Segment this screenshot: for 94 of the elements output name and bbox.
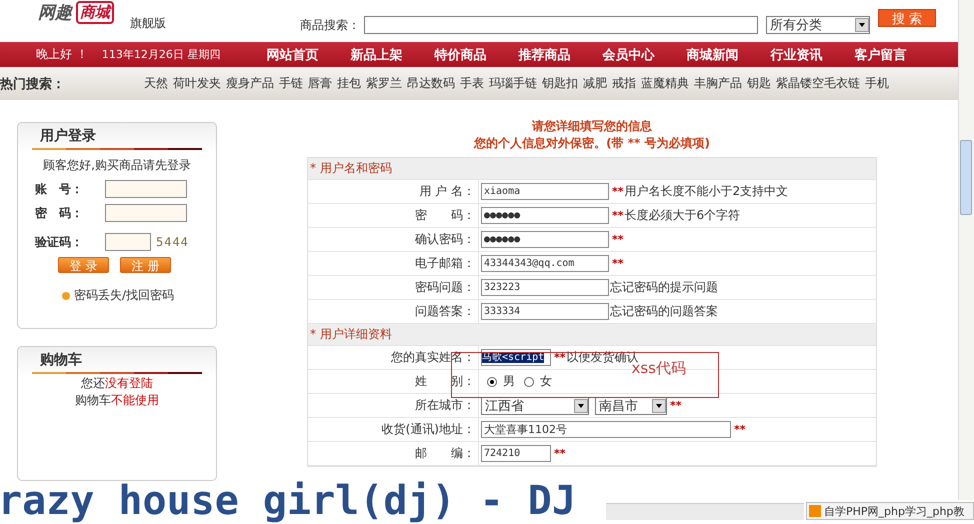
required-mark: ** bbox=[612, 233, 624, 246]
hot-search-link[interactable]: 唇膏 bbox=[308, 75, 332, 92]
hot-search-link[interactable]: 蓝魔精典 bbox=[641, 75, 689, 92]
field-label: 所在城市： bbox=[415, 398, 475, 412]
login-intro: 顾客您好,购买商品请先登录 bbox=[42, 157, 192, 174]
field-hint: 长度必须大于6个字符 bbox=[624, 207, 740, 224]
account-label: 账 号： bbox=[35, 180, 84, 198]
panel-title: 购物车 bbox=[40, 351, 83, 369]
nav-link[interactable]: 行业资讯 bbox=[764, 46, 828, 64]
edition-label: 旗舰版 bbox=[130, 14, 166, 32]
search-field[interactable] bbox=[364, 16, 758, 34]
hot-search-link[interactable]: 钥匙扣 bbox=[542, 75, 578, 92]
hot-search-label: 热门搜索： bbox=[0, 76, 66, 92]
field-hint: 忘记密码的提示问题 bbox=[610, 279, 718, 296]
hot-search-link[interactable]: 玛瑙手链 bbox=[489, 75, 537, 92]
required-mark: ** bbox=[612, 257, 624, 270]
hot-search-link[interactable]: 瘦身产品 bbox=[226, 75, 274, 92]
plus-icon bbox=[62, 292, 70, 300]
cart-message: 您还没有登陆 bbox=[80, 375, 154, 392]
field-hint: 忘记密码的问题答案 bbox=[610, 303, 718, 320]
page-icon bbox=[809, 505, 821, 517]
required-mark: ** bbox=[554, 447, 566, 460]
hot-search-link[interactable]: 钥匙 bbox=[747, 75, 771, 92]
nav-link[interactable]: 新品上架 bbox=[344, 46, 408, 64]
radio-button[interactable] bbox=[524, 376, 534, 386]
radio-label: 女 bbox=[540, 373, 552, 390]
input-field[interactable]: 333334 bbox=[481, 303, 609, 320]
section-title: * 用户名和密码 bbox=[308, 158, 876, 180]
nav-link[interactable]: 网站首页 bbox=[260, 46, 324, 64]
hot-search-link[interactable]: 挂包 bbox=[337, 75, 361, 92]
required-mark: ** bbox=[612, 209, 624, 222]
hot-search-link[interactable]: 荷叶发夹 bbox=[173, 75, 221, 92]
captcha-field[interactable] bbox=[105, 233, 151, 251]
field-label: 确认密码： bbox=[415, 232, 475, 246]
hot-search-link[interactable]: 紫晶镂空毛衣链 bbox=[776, 75, 860, 92]
field-hint: 用户名长度不能小于2支持中文 bbox=[624, 183, 788, 200]
section-title: * 用户详细资料 bbox=[308, 324, 876, 346]
field-label: 电子邮箱： bbox=[415, 256, 475, 270]
captcha-label: 验证码： bbox=[35, 234, 84, 250]
field-label: 密码问题： bbox=[415, 280, 475, 294]
field-label: 邮 编： bbox=[415, 446, 475, 460]
date-text: 113年12月26日 星期四 bbox=[102, 47, 220, 62]
category-dropdown[interactable]: 所有分类 bbox=[766, 16, 870, 34]
cart-message: 购物车不能使用 bbox=[74, 392, 160, 409]
search-label: 商品搜索： bbox=[300, 16, 360, 34]
vertical-scrollbar[interactable] bbox=[958, 0, 974, 500]
input-field[interactable]: 43344343@qq.com bbox=[481, 255, 609, 272]
input-field[interactable]: ●●●●●● bbox=[481, 207, 609, 224]
nav-link[interactable]: 客户留言 bbox=[848, 46, 912, 64]
hot-search-link[interactable]: 紫罗兰 bbox=[366, 75, 402, 92]
horizontal-scrollbar[interactable] bbox=[606, 503, 804, 520]
scroll-thumb[interactable] bbox=[960, 140, 972, 215]
nav-link[interactable]: 推荐商品 bbox=[512, 46, 576, 64]
password-label: 密 码： bbox=[35, 204, 84, 222]
hot-search-link[interactable]: 手链 bbox=[279, 75, 303, 92]
captcha-image: 5444 bbox=[156, 235, 189, 249]
field-label: 您的真实姓名： bbox=[391, 350, 475, 364]
recover-password-link[interactable]: 密码丢失/找回密码 bbox=[74, 287, 174, 304]
radio-label: 男 bbox=[503, 373, 515, 390]
required-mark: ** bbox=[670, 399, 682, 412]
account-field[interactable] bbox=[105, 180, 187, 198]
input-field[interactable]: xiaoma bbox=[481, 183, 609, 200]
field-label: 密 码： bbox=[415, 208, 475, 222]
input-field[interactable]: 大堂喜事1102号 bbox=[481, 421, 731, 438]
city-dropdown[interactable]: 江西省 bbox=[481, 396, 589, 414]
field-label: 用 户 名： bbox=[419, 184, 475, 198]
greeting: 晚上好 ！ bbox=[36, 46, 88, 63]
input-field[interactable]: ●●●●●● bbox=[481, 231, 609, 248]
input-field[interactable]: 323223 bbox=[481, 279, 609, 296]
hot-search-link[interactable]: 减肥 bbox=[583, 75, 607, 92]
nav-link[interactable]: 会员中心 bbox=[596, 46, 660, 64]
hot-search-link[interactable]: 戒指 bbox=[612, 75, 636, 92]
required-mark: ** bbox=[554, 351, 566, 364]
hot-search-link[interactable]: 丰胸产品 bbox=[694, 75, 742, 92]
required-mark: ** bbox=[734, 423, 746, 436]
password-field[interactable] bbox=[105, 204, 187, 222]
hot-search-link[interactable]: 手表 bbox=[460, 75, 484, 92]
radio-button[interactable] bbox=[487, 376, 497, 386]
input-field[interactable]: 724210 bbox=[481, 445, 551, 462]
field-label: 收货(通讯)地址： bbox=[382, 422, 475, 436]
taskbar-button[interactable]: 自学PHP网_php学习_php教 bbox=[806, 502, 974, 520]
form-subheading: 您的个人信息对外保密。(带 ** 号为必填项) bbox=[472, 135, 711, 152]
nav-link[interactable]: 特价商品 bbox=[428, 46, 492, 64]
field-label: 姓 别： bbox=[415, 374, 475, 388]
nav-link[interactable]: 商城新闻 bbox=[680, 46, 744, 64]
hot-search-link[interactable]: 天然 bbox=[144, 75, 168, 92]
hot-search-link[interactable]: 手机 bbox=[865, 75, 889, 92]
required-mark: ** bbox=[612, 185, 624, 198]
desktop-lyric: razy house girl(dj) - DJ bbox=[0, 479, 576, 523]
hot-search-link[interactable]: 昂达数码 bbox=[407, 75, 455, 92]
panel-title: 用户登录 bbox=[40, 127, 97, 145]
form-heading: 请您详细填写您的信息 bbox=[530, 118, 653, 135]
field-label: 问题答案： bbox=[415, 304, 475, 318]
city-dropdown[interactable]: 南昌市 bbox=[595, 396, 667, 414]
